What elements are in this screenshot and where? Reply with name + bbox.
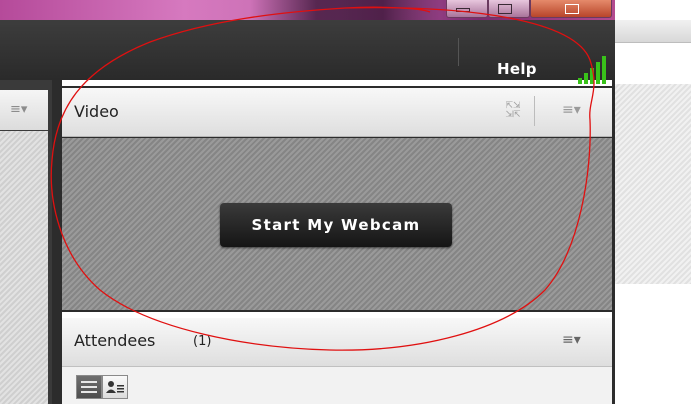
- help-menu[interactable]: Help: [497, 60, 537, 78]
- app-menu-bar: Help: [0, 20, 615, 84]
- video-pod: Video ⇱⇲ ⇲⇱ ≡▾ Start My Webcam: [62, 86, 612, 312]
- attendees-pod: Attendees (1) ≡▾: [62, 318, 612, 404]
- minimize-icon: [456, 8, 470, 12]
- fullscreen-icon[interactable]: ⇱⇲ ⇲⇱: [504, 102, 522, 120]
- attendees-pod-header: Attendees (1) ≡▾: [62, 318, 612, 367]
- video-pod-title: Video: [74, 102, 119, 121]
- list-view-icon[interactable]: [76, 375, 102, 399]
- pod-menu-icon[interactable]: ≡▾: [10, 102, 27, 117]
- left-pod: ≡▾: [0, 80, 52, 404]
- start-webcam-button[interactable]: Start My Webcam: [220, 203, 452, 247]
- maximize-button[interactable]: [488, 0, 530, 18]
- connection-strength-icon: [578, 54, 608, 84]
- header-divider: [534, 96, 535, 126]
- close-icon: [565, 4, 579, 14]
- attendees-pod-body: [62, 367, 612, 404]
- video-pod-header: Video ⇱⇲ ⇲⇱ ≡▾: [62, 88, 612, 137]
- video-pod-body: Start My Webcam: [62, 138, 612, 310]
- left-pod-body: [0, 131, 48, 404]
- menu-divider: [458, 38, 459, 66]
- minimize-button[interactable]: [446, 0, 488, 18]
- maximize-icon: [498, 4, 512, 14]
- left-pod-header: ≡▾: [0, 90, 48, 130]
- pod-gutter: [52, 80, 62, 404]
- background-content: [615, 84, 691, 284]
- attendees-pod-title: Attendees: [74, 331, 156, 350]
- window-titlebar: [0, 0, 615, 20]
- close-button[interactable]: [530, 0, 612, 18]
- pod-menu-icon[interactable]: ≡▾: [562, 332, 581, 348]
- pod-menu-icon[interactable]: ≡▾: [562, 102, 581, 118]
- attendee-count: (1): [193, 334, 212, 349]
- user-view-icon[interactable]: [102, 375, 128, 399]
